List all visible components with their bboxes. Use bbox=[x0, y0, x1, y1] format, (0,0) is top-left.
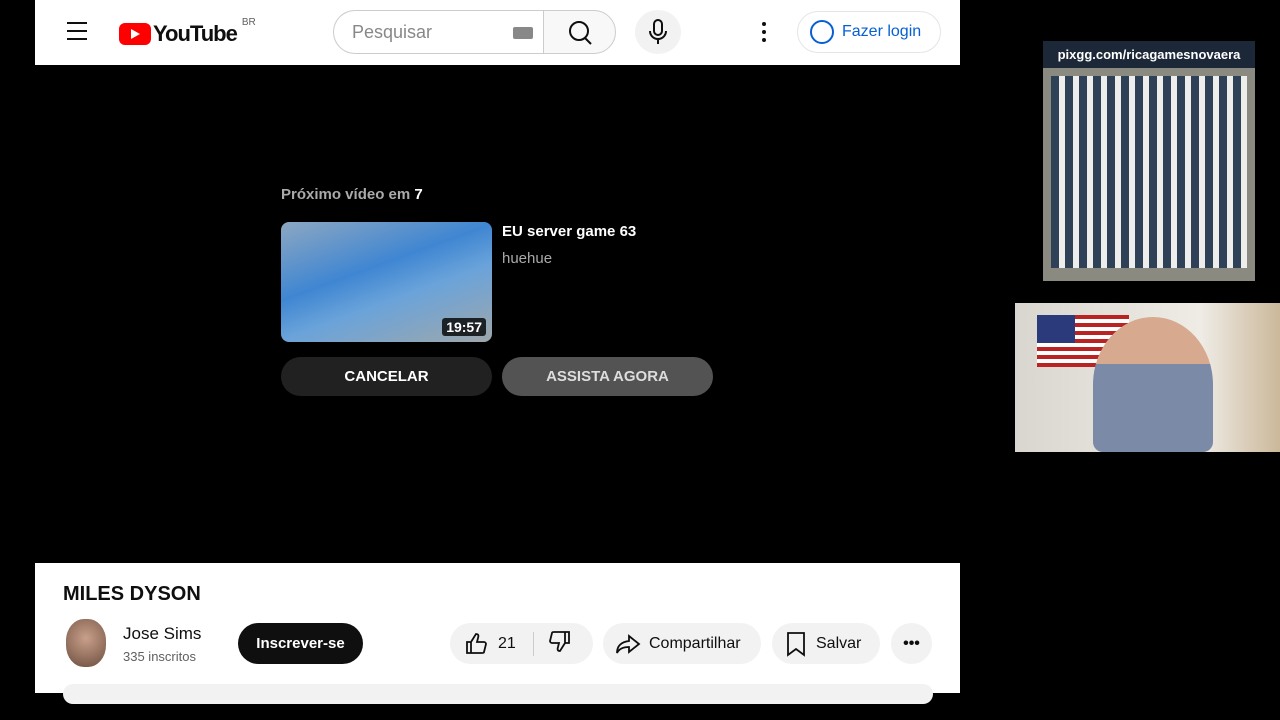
youtube-window: YouTube BR Pesquisar Fazer login Próximo… bbox=[35, 0, 960, 704]
like-dislike-group: 21 bbox=[450, 623, 593, 664]
logo-text: YouTube bbox=[153, 21, 238, 46]
more-actions-button[interactable]: ••• bbox=[891, 623, 932, 664]
search-button[interactable] bbox=[543, 10, 616, 54]
cancel-button[interactable]: CANCELAR bbox=[281, 357, 492, 396]
microphone-icon bbox=[649, 19, 667, 44]
streamer bbox=[1093, 317, 1213, 452]
search-input[interactable]: Pesquisar bbox=[333, 10, 545, 54]
video-title: MILES DYSON bbox=[63, 583, 201, 605]
duration-badge: 19:57 bbox=[442, 318, 486, 336]
qr-code-image bbox=[1051, 76, 1247, 268]
next-video-countdown: Próximo vídeo em 7 bbox=[281, 186, 423, 203]
share-label: Compartilhar bbox=[649, 634, 741, 652]
search-placeholder: Pesquisar bbox=[352, 21, 433, 42]
next-label: Próximo vídeo em bbox=[281, 186, 411, 203]
bookmark-icon bbox=[787, 631, 805, 657]
subscriber-count: 335 inscritos bbox=[123, 649, 196, 664]
next-video-channel: huehue bbox=[502, 250, 553, 267]
qr-url: pixgg.com/ricagamesnovaera bbox=[1043, 41, 1255, 68]
login-label: Fazer login bbox=[842, 23, 922, 40]
thumbs-down-icon bbox=[549, 631, 570, 652]
channel-avatar[interactable] bbox=[66, 619, 106, 667]
search-icon bbox=[569, 21, 592, 45]
thumbs-up-icon bbox=[466, 632, 487, 654]
share-button[interactable]: Compartilhar bbox=[603, 623, 761, 664]
more-options-icon[interactable] bbox=[762, 22, 766, 42]
description-box[interactable] bbox=[63, 684, 933, 704]
account-icon bbox=[810, 20, 834, 44]
watch-now-button[interactable]: ASSISTA AGORA bbox=[502, 357, 713, 396]
like-count: 21 bbox=[498, 634, 516, 652]
save-label: Salvar bbox=[816, 634, 862, 652]
video-info: MILES DYSON Jose Sims 335 inscritos Insc… bbox=[35, 563, 960, 704]
menu-icon[interactable] bbox=[67, 22, 87, 40]
youtube-logo[interactable]: YouTube BR bbox=[119, 17, 256, 47]
like-button[interactable]: 21 bbox=[450, 631, 534, 656]
play-icon bbox=[119, 23, 151, 45]
share-icon bbox=[616, 633, 641, 654]
dislike-button[interactable] bbox=[534, 629, 572, 658]
webcam-overlay bbox=[1015, 303, 1280, 452]
top-bar: YouTube BR Pesquisar Fazer login bbox=[35, 0, 960, 65]
save-button[interactable]: Salvar bbox=[772, 623, 880, 664]
region-code: BR bbox=[241, 16, 256, 28]
channel-name[interactable]: Jose Sims bbox=[123, 624, 201, 644]
qr-code-overlay: pixgg.com/ricagamesnovaera bbox=[1043, 41, 1255, 281]
login-button[interactable]: Fazer login bbox=[797, 11, 941, 53]
voice-search-button[interactable] bbox=[635, 10, 681, 54]
next-video-title[interactable]: EU server game 63 bbox=[502, 223, 636, 240]
countdown: 7 bbox=[414, 186, 423, 203]
keyboard-icon[interactable] bbox=[513, 27, 533, 39]
next-video-thumbnail[interactable]: 19:57 bbox=[281, 222, 492, 342]
subscribe-button[interactable]: Inscrever-se bbox=[238, 623, 363, 664]
autoplay-endscreen: Próximo vídeo em 7 19:57 EU server game … bbox=[281, 186, 713, 396]
